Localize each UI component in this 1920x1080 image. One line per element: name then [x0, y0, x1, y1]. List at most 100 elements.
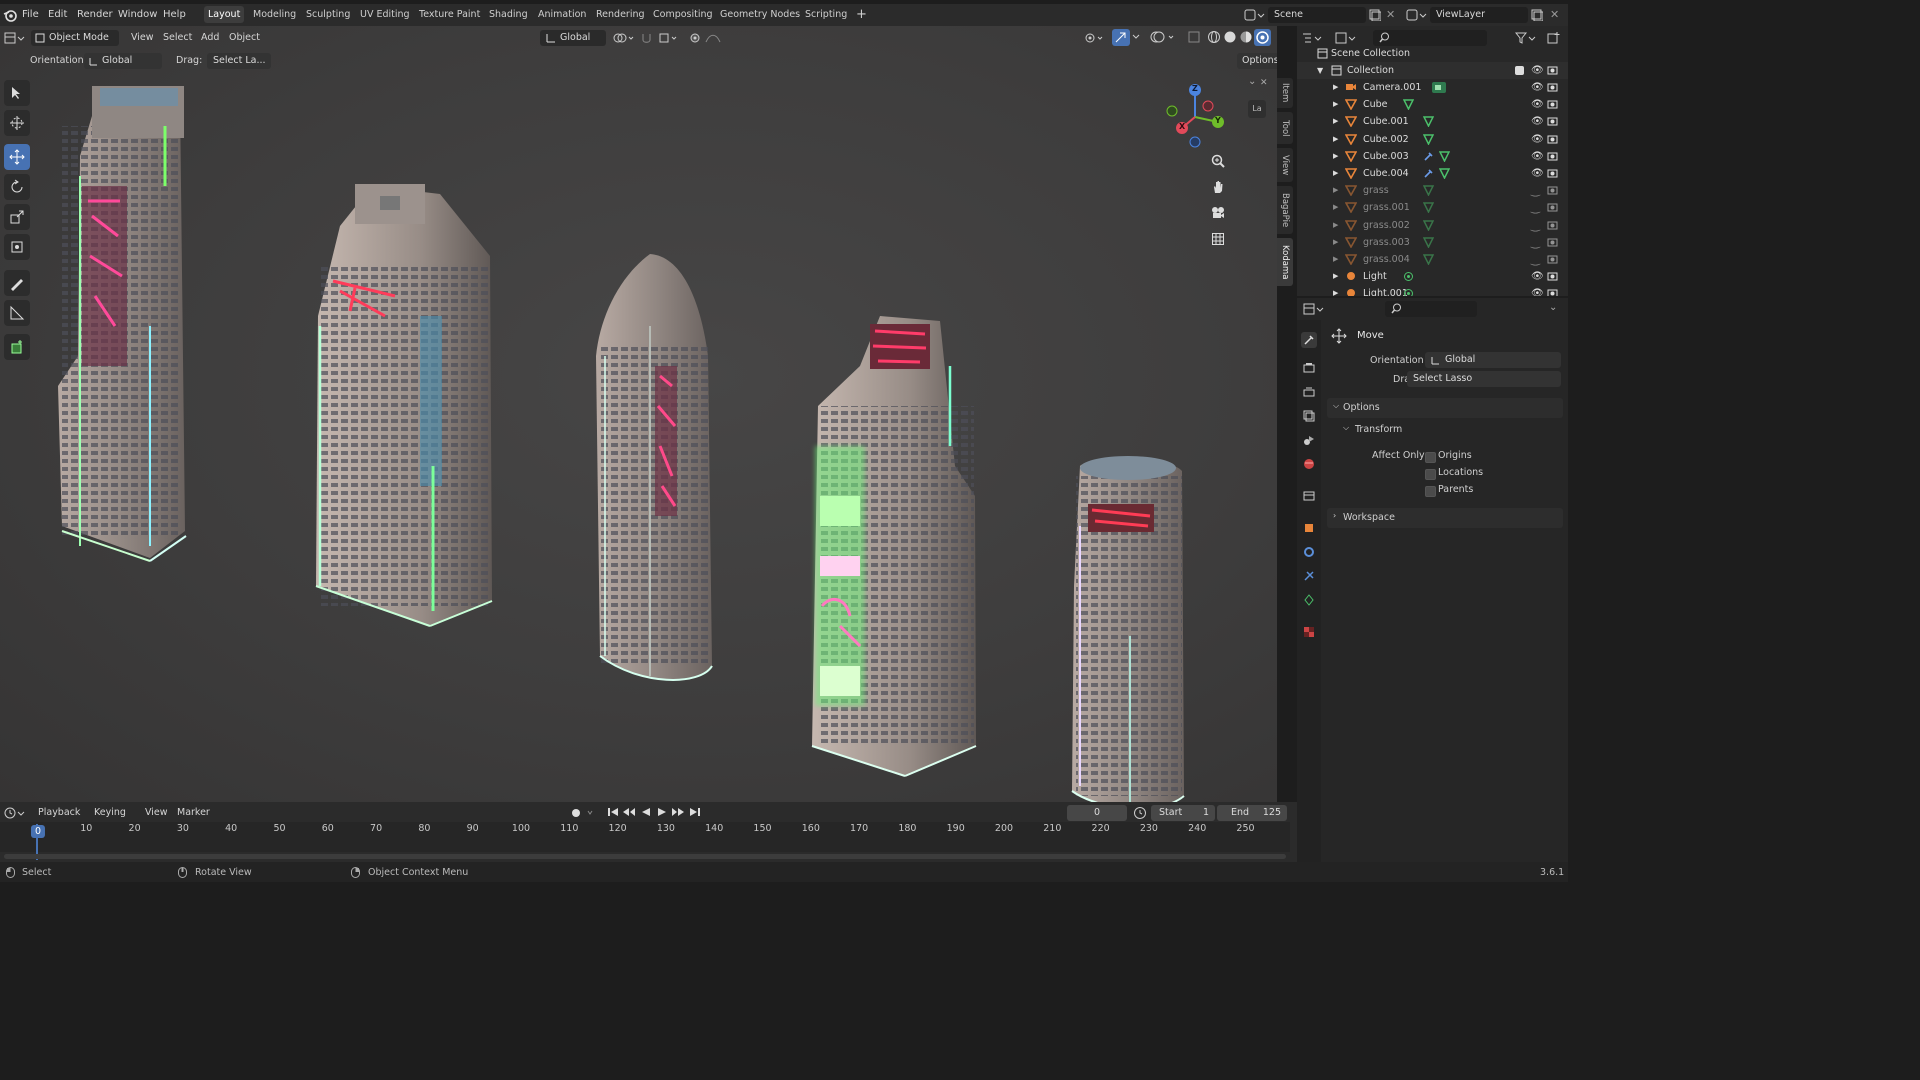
prop-orientation-dropdown[interactable]: Global — [1425, 352, 1561, 368]
eye-icon[interactable]: 👁 — [1531, 96, 1544, 113]
sidebar-collapse-icon[interactable]: ⌄ — [1248, 76, 1256, 87]
play-reverse-icon[interactable] — [640, 806, 652, 821]
expand-arrow-icon[interactable]: ▶ — [1333, 165, 1338, 182]
eye-icon[interactable]: 👁 — [1531, 79, 1544, 96]
eye-closed-icon[interactable]: ‿ — [1531, 251, 1540, 268]
blender-logo-icon[interactable] — [3, 8, 17, 25]
perspective-grid-icon[interactable] — [1207, 228, 1229, 250]
view-layer-browse-icon[interactable] — [1406, 8, 1428, 25]
menu-timeline-view[interactable]: View — [145, 807, 168, 818]
eye-closed-icon[interactable]: ‿ — [1531, 234, 1540, 251]
menu-marker[interactable]: Marker — [177, 807, 210, 818]
menu-select[interactable]: Select — [163, 32, 192, 43]
transform-subpanel-header[interactable]: ⌵ Transform — [1337, 420, 1563, 440]
expand-arrow-icon[interactable]: ▶ — [1333, 199, 1338, 216]
gizmo-dropdown-icon[interactable] — [1132, 32, 1140, 45]
world-tab-icon[interactable] — [1301, 456, 1317, 472]
tab-uv-editing[interactable]: UV Editing — [356, 6, 414, 23]
menu-view[interactable]: View — [131, 32, 154, 43]
expand-arrow-icon[interactable]: ▶ — [1333, 285, 1338, 296]
sidebar-close-icon[interactable]: ✕ — [1260, 78, 1268, 88]
parents-checkbox[interactable] — [1425, 486, 1436, 497]
la-button[interactable]: La — [1248, 100, 1266, 118]
eye-icon[interactable]: 👁 — [1531, 148, 1544, 165]
tab-texture-paint[interactable]: Texture Paint — [415, 6, 484, 23]
rendered-shading-icon[interactable] — [1254, 29, 1271, 46]
start-frame-field[interactable]: Start 1 — [1151, 805, 1215, 821]
collection-checkbox[interactable] — [1515, 66, 1524, 75]
tab-sculpting[interactable]: Sculpting — [302, 6, 354, 23]
preview-range-icon[interactable] — [1133, 806, 1147, 823]
eye-icon[interactable]: 👁 — [1531, 62, 1544, 79]
eye-closed-icon[interactable]: ‿ — [1531, 199, 1540, 216]
camera-render-icon[interactable] — [1547, 288, 1558, 296]
expand-arrow-icon[interactable]: ▶ — [1333, 131, 1338, 148]
camera-view-icon[interactable] — [1207, 202, 1229, 224]
locations-checkbox[interactable] — [1425, 469, 1436, 480]
outliner-item-camera-001[interactable]: ▶ Camera.001 👁 — [1297, 79, 1568, 96]
output-tab-icon[interactable] — [1301, 384, 1317, 400]
expand-arrow-icon[interactable]: ▶ — [1333, 148, 1338, 165]
rotate-tool[interactable] — [4, 174, 30, 200]
tool-tab-icon[interactable] — [1301, 332, 1317, 348]
outliner-scene-collection[interactable]: Scene Collection — [1297, 45, 1568, 62]
tab-layout[interactable]: Layout — [204, 6, 245, 23]
properties-editor-type-icon[interactable] — [1303, 302, 1325, 319]
menu-help[interactable]: Help — [163, 9, 186, 20]
collapse-chevron-icon[interactable]: ▼ — [1317, 62, 1323, 79]
scene-tab-icon[interactable] — [1301, 432, 1317, 448]
eye-closed-icon[interactable]: ‿ — [1531, 217, 1540, 234]
tab-modeling[interactable]: Modeling — [249, 6, 300, 23]
jump-end-icon[interactable] — [689, 806, 701, 821]
view-layer-field[interactable]: ViewLayer — [1430, 7, 1528, 23]
expand-arrow-icon[interactable]: ▶ — [1333, 96, 1338, 113]
next-keyframe-icon[interactable] — [671, 806, 685, 821]
view-layer-tab-icon[interactable] — [1301, 408, 1317, 424]
menu-object[interactable]: Object — [229, 32, 260, 43]
add-workspace-button[interactable]: + — [852, 6, 871, 23]
workspace-panel-header[interactable]: › Workspace — [1327, 508, 1563, 528]
outliner-item-light-001[interactable]: ▶ Light.001 👁 — [1297, 285, 1568, 296]
move-tool[interactable] — [4, 144, 30, 170]
texture-tab-icon[interactable] — [1301, 624, 1317, 640]
tab-animation[interactable]: Animation — [534, 6, 590, 23]
scale-tool[interactable] — [4, 204, 30, 230]
eye-icon[interactable]: 👁 — [1531, 131, 1544, 148]
view-object-types-icon[interactable] — [1084, 31, 1108, 48]
wireframe-shading-icon[interactable] — [1207, 30, 1221, 47]
prop-drag-dropdown[interactable]: Select Lasso — [1407, 371, 1561, 387]
modifier-tab-icon[interactable] — [1301, 544, 1317, 560]
prev-keyframe-icon[interactable] — [622, 806, 636, 821]
tab-compositing[interactable]: Compositing — [649, 6, 717, 23]
overlays-icon[interactable] — [1150, 30, 1178, 47]
new-scene-icon[interactable] — [1369, 9, 1382, 24]
jump-start-icon[interactable] — [607, 806, 619, 821]
menu-edit[interactable]: Edit — [48, 9, 67, 20]
tab-tool[interactable]: Tool — [1277, 112, 1293, 144]
outliner-item-grass-004[interactable]: ▶ grass.004 ‿ — [1297, 251, 1568, 268]
expand-arrow-icon[interactable]: ▶ — [1333, 268, 1338, 285]
expand-arrow-icon[interactable]: ▶ — [1333, 217, 1338, 234]
eye-icon[interactable]: 👁 — [1531, 165, 1544, 182]
eye-icon[interactable]: 👁 — [1531, 113, 1544, 130]
menu-file[interactable]: File — [22, 9, 39, 20]
options-panel-header[interactable]: ⌵ Options — [1327, 398, 1563, 418]
outliner-item-grass-001[interactable]: ▶ grass.001 ‿ — [1297, 199, 1568, 216]
outliner-item-grass[interactable]: ▶ grass ‿ — [1297, 182, 1568, 199]
menu-keying[interactable]: Keying — [94, 807, 126, 818]
options-dropdown[interactable]: Options — [1237, 53, 1277, 69]
current-frame-marker[interactable]: 0 — [30, 825, 46, 838]
eye-icon[interactable]: 👁 — [1531, 268, 1544, 285]
outliner-item-cube-003[interactable]: ▶ Cube.003 👁 — [1297, 148, 1568, 165]
physics-tab-icon[interactable] — [1301, 592, 1317, 608]
pan-hand-icon[interactable] — [1207, 176, 1229, 198]
solid-shading-icon[interactable] — [1223, 30, 1237, 47]
menu-add[interactable]: Add — [201, 32, 219, 43]
measure-tool[interactable] — [4, 300, 30, 326]
outliner-search-input[interactable] — [1373, 30, 1487, 46]
tab-scripting[interactable]: Scripting — [801, 6, 851, 23]
expand-arrow-icon[interactable]: ▶ — [1333, 182, 1338, 199]
outliner-item-cube-001[interactable]: ▶ Cube.001 👁 — [1297, 113, 1568, 130]
play-icon[interactable] — [656, 806, 668, 821]
snap-icon[interactable] — [640, 31, 680, 48]
